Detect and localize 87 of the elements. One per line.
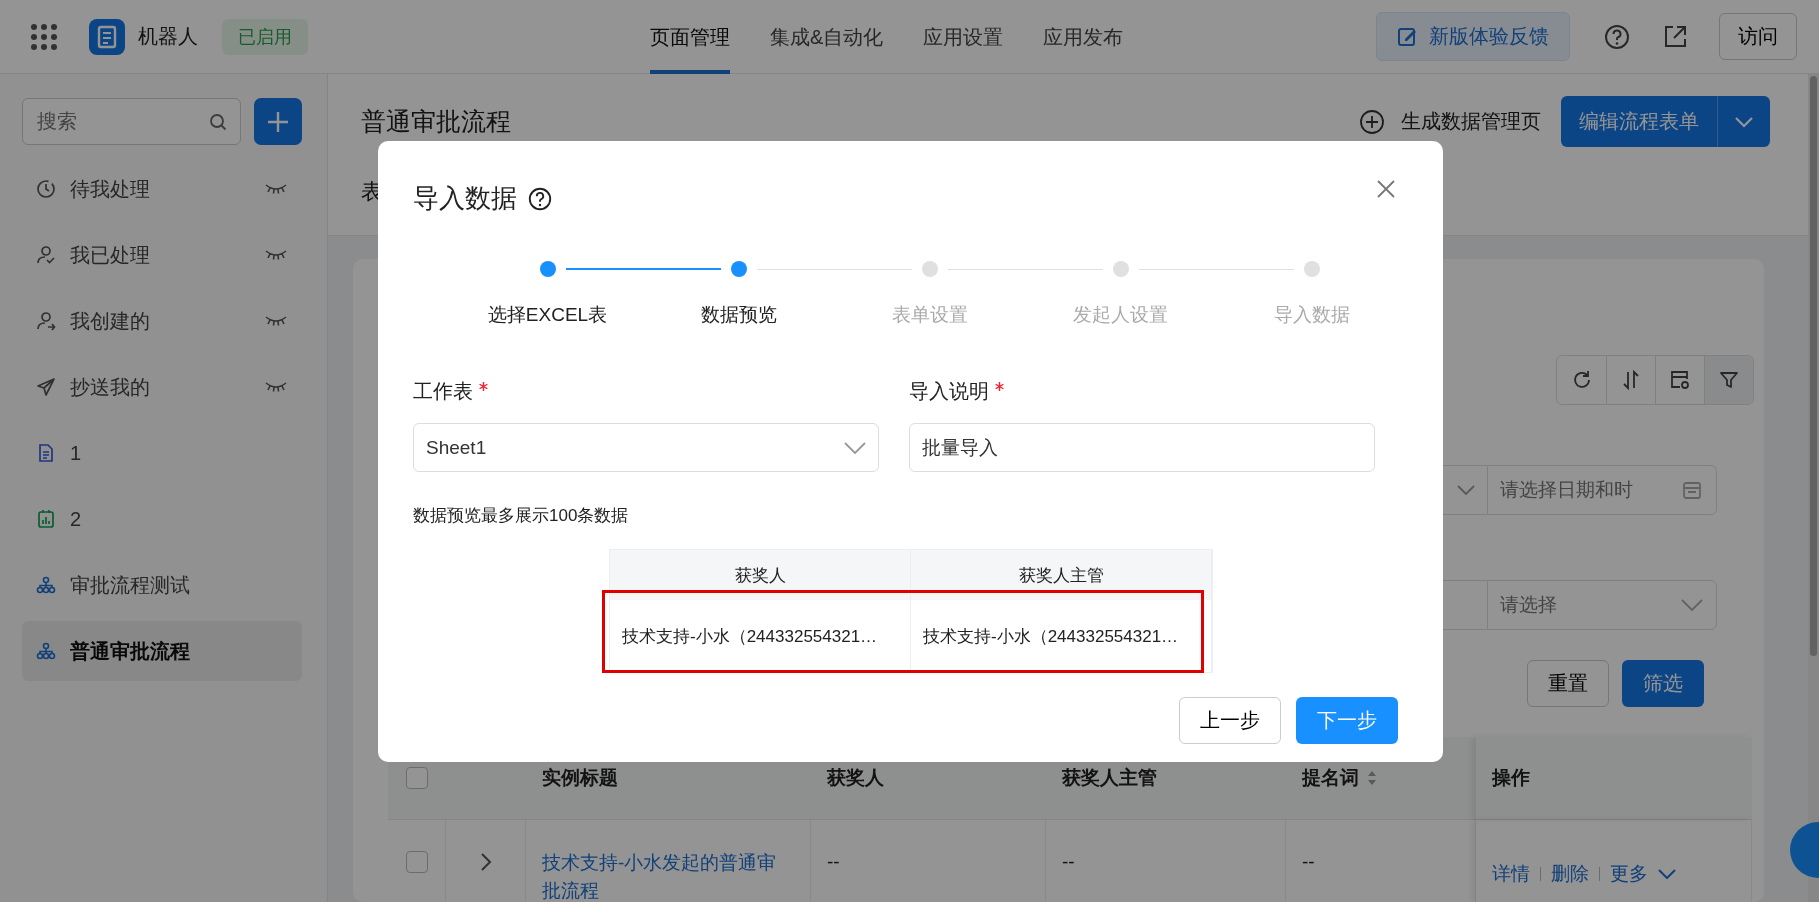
add-button[interactable] (254, 98, 302, 145)
sort-icon[interactable] (1367, 769, 1377, 787)
description-field[interactable]: 批量导入 (909, 423, 1375, 472)
column-header: 获奖人 (827, 766, 884, 790)
sidebar-item[interactable]: 我已处理 (22, 225, 302, 285)
table-cell: -- (827, 851, 840, 873)
edit-icon (1397, 25, 1419, 48)
field-label: 导入说明 (909, 379, 989, 404)
checkbox[interactable] (406, 767, 428, 789)
plus-circle-icon[interactable] (1359, 108, 1385, 135)
date-field[interactable]: 请选择日期和时 (1487, 465, 1717, 515)
paper-plane-icon (36, 377, 56, 397)
sidebar-item[interactable]: 审批流程测试 (22, 555, 302, 615)
closed-eye-icon[interactable] (264, 183, 288, 195)
step-label: 表单设置 (891, 303, 968, 327)
generate-page-link[interactable]: 生成数据管理页 (1401, 108, 1541, 135)
table-cell-text: 技术支持-小水（244332554321… (622, 625, 878, 648)
help-icon[interactable] (527, 185, 553, 212)
expand-chevron-icon[interactable] (479, 852, 492, 872)
sidebar-item[interactable]: 抄送我的 (22, 357, 302, 417)
feedback-button[interactable]: 新版体验反馈 (1376, 12, 1570, 61)
step-label: 发起人设置 (1073, 303, 1168, 327)
nav-tab[interactable]: 应用设置 (923, 0, 1004, 74)
plus-icon (266, 109, 290, 134)
action-link[interactable]: 更多 (1610, 860, 1648, 888)
step-label: 选择EXCEL表 (487, 303, 608, 327)
action-link[interactable]: 详情 (1492, 860, 1530, 888)
table-gear-icon (1669, 369, 1691, 391)
column-header: 操作 (1492, 766, 1530, 790)
table-cell: -- (1062, 851, 1075, 873)
nav-tab[interactable]: 页面管理 (650, 0, 730, 74)
nav-tab[interactable]: 应用发布 (1043, 0, 1124, 74)
scrollbar[interactable] (1808, 74, 1819, 902)
sidebar-item[interactable]: 普通审批流程 (22, 621, 302, 681)
chevron-down-icon (1681, 599, 1703, 611)
column-header: 提名词 (1302, 766, 1359, 790)
checkbox[interactable] (405, 851, 428, 873)
step-label: 导入数据 (1273, 303, 1350, 327)
hierarchy-icon (36, 641, 56, 661)
sidebar-item[interactable]: 待我处理 (22, 159, 302, 219)
search-icon (209, 112, 227, 131)
sidebar-item[interactable]: 2 (22, 489, 302, 549)
chevron-down-icon (1658, 869, 1676, 879)
dialog-title: 导入数据 (413, 182, 517, 215)
chevron-down-icon (844, 441, 866, 454)
close-icon[interactable] (1376, 179, 1396, 199)
filter-button[interactable] (1704, 356, 1753, 404)
closed-eye-icon[interactable] (264, 249, 288, 261)
field-label: 工作表 (413, 379, 473, 404)
funnel-icon (1718, 369, 1740, 391)
action-link[interactable]: 删除 (1551, 860, 1589, 888)
column-header: 实例标题 (542, 766, 618, 790)
caret-icon (1734, 115, 1754, 128)
chart-icon (36, 509, 56, 529)
app-name: 机器人 (138, 24, 198, 49)
reset-button[interactable]: 重置 (1527, 660, 1609, 707)
column-header: 获奖人主管 (1018, 564, 1104, 587)
sidebar-item[interactable]: 1 (22, 423, 302, 483)
status-badge: 已启用 (222, 18, 308, 55)
instance-title-link[interactable]: 技术支持-小水发起的普通审批流程 (542, 819, 780, 902)
hierarchy-icon (36, 575, 56, 595)
user-check-icon (36, 245, 56, 265)
next-step-button[interactable]: 下一步 (1296, 697, 1398, 744)
document-icon (36, 443, 56, 463)
visit-button[interactable]: 访问 (1719, 13, 1797, 60)
worksheet-select[interactable]: Sheet1 (413, 423, 879, 472)
app-logo-icon (89, 18, 125, 55)
user-arrow-icon (36, 311, 56, 331)
closed-eye-icon[interactable] (264, 381, 288, 393)
step-label: 数据预览 (700, 303, 777, 327)
clock-icon (36, 179, 56, 199)
select-field[interactable]: 请选择 (1487, 580, 1717, 630)
calendar-icon (1681, 479, 1703, 501)
chevron-down-icon (1457, 485, 1475, 495)
apply-filter-button[interactable]: 筛选 (1622, 660, 1704, 707)
column-header: 获奖人 (734, 564, 786, 587)
app-grid-icon[interactable] (31, 23, 57, 50)
preview-note: 数据预览最多展示100条数据 (413, 505, 630, 527)
page-title: 普通审批流程 (361, 106, 511, 137)
column-header: 获奖人主管 (1062, 766, 1157, 790)
table-cell-text: 技术支持-小水（244332554321… (923, 625, 1179, 648)
search-field[interactable]: 搜索 (22, 98, 241, 145)
nav-tab[interactable]: 集成&自动化 (770, 0, 884, 74)
table-cell: -- (1302, 851, 1315, 873)
previous-step-button[interactable]: 上一步 (1179, 697, 1281, 744)
closed-eye-icon[interactable] (264, 315, 288, 327)
sidebar-item[interactable]: 我创建的 (22, 291, 302, 351)
